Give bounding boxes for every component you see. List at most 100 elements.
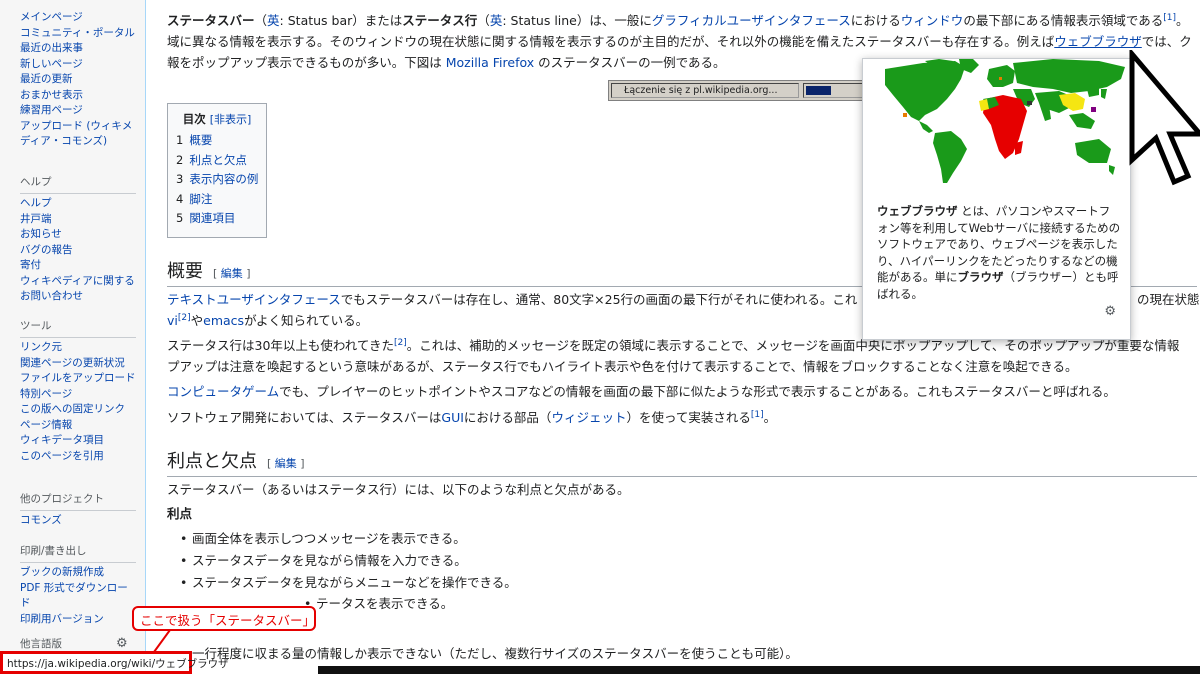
sidebar-item-what-links-here[interactable]: リンク元 xyxy=(20,340,136,356)
sidebar-item-main-page[interactable]: メインページ xyxy=(20,10,136,26)
sidebar-projects-group: 他のプロジェクト コモンズ xyxy=(20,491,136,529)
reference-link[interactable]: [1] xyxy=(751,410,764,420)
list-item: 画面全体を表示しつつメッセージを表示できる。 xyxy=(180,528,466,549)
text: ）を使って実装される xyxy=(626,410,751,425)
sidebar-item-current-events[interactable]: 最近の出来事 xyxy=(20,41,136,57)
text: ] xyxy=(296,457,305,470)
text: の最下部にある情報表示領域である xyxy=(963,13,1164,28)
edit-section-link: [ 編集 ] xyxy=(267,457,305,470)
sidebar-item-contact[interactable]: ウィキペディアに関するお問い合わせ xyxy=(20,274,136,305)
list-item: ステータスデータを見ながら情報を入力できる。 xyxy=(180,550,467,571)
edit-link[interactable]: 編集 xyxy=(275,457,297,470)
sidebar-item-sandbox[interactable]: 練習用ページ xyxy=(20,103,136,119)
toc-link[interactable]: 概要 xyxy=(189,133,212,147)
sidebar-item-cite-page[interactable]: このページを引用 xyxy=(20,449,136,465)
reference-link[interactable]: [2] xyxy=(178,313,191,323)
text: がよく知られている。 xyxy=(244,313,369,328)
sidebar-item-wikidata-item[interactable]: ウィキデータ項目 xyxy=(20,433,136,449)
sidebar-item-commons[interactable]: コモンズ xyxy=(20,513,136,529)
gear-icon[interactable]: ⚙ xyxy=(1104,304,1116,319)
sidebar-item-bug-report[interactable]: バグの報告 xyxy=(20,243,136,259)
sidebar-item-announcements[interactable]: お知らせ xyxy=(20,227,136,243)
toc-number: 1 xyxy=(176,133,184,147)
text: 報をポップアップ表示できるものが多い。下図は xyxy=(167,55,446,70)
text: [ xyxy=(213,267,221,280)
sidebar-item-page-info[interactable]: ページ情報 xyxy=(20,418,136,434)
link-gui[interactable]: グラフィカルユーザインタフェース xyxy=(652,13,851,28)
link-english[interactable]: 英 xyxy=(267,13,280,28)
link-widget[interactable]: ウィジェット xyxy=(551,410,626,425)
popup-extract[interactable]: ウェブブラウザ とは、パソコンやスマートフォン等を利用してWebサーバに接続する… xyxy=(877,203,1121,302)
toc-link[interactable]: 脚注 xyxy=(189,192,212,206)
sidebar-item-upload-commons[interactable]: アップロード (ウィキメディア・コモンズ) xyxy=(20,119,136,150)
statusbar-example-image[interactable]: Łączenie się z pl.wikipedia.org... xyxy=(608,80,868,101)
link-gui-short[interactable]: GUI xyxy=(441,410,464,425)
text: でもステータスバーは存在し、通常、80文字×25行の画面の最下行がそれに使われる… xyxy=(340,292,858,307)
page-preview-popup[interactable]: ウェブブラウザ とは、パソコンやスマートフォン等を利用してWebサーバに接続する… xyxy=(862,58,1131,340)
text: 。これは、補助的メッセージを既定の領域に表示することで、メッセージを画面中央にポ… xyxy=(406,338,1180,353)
gear-icon[interactable]: ⚙ xyxy=(116,636,130,651)
sidebar-item-upload-file[interactable]: ファイルをアップロード xyxy=(20,371,136,387)
text: 。 xyxy=(763,410,777,425)
text: プアップは注意を喚起するという意味があるが、ステータス行でもハイライト表示や色を… xyxy=(167,359,1078,374)
sidebar-item-permanent-link[interactable]: この版への固定リンク xyxy=(20,402,136,418)
text: : Status line）は、一般に xyxy=(502,13,652,28)
toc-hide-toggle[interactable]: [非表示] xyxy=(210,113,252,126)
text: ステータス行は30年以上も使われてきた xyxy=(167,338,395,353)
sidebar-heading-tools: ツール xyxy=(20,318,136,338)
sidebar-item-special-pages[interactable]: 特別ページ xyxy=(20,387,136,403)
toc-link[interactable]: 利点と欠点 xyxy=(189,153,247,167)
text: [ xyxy=(267,457,275,470)
link-vi[interactable]: vi xyxy=(167,313,178,328)
sidebar-item-related-changes[interactable]: 関連ページの更新状況 xyxy=(20,356,136,372)
toc-item-4[interactable]: 4 脚注 xyxy=(176,190,258,210)
sidebar-item-village-pump[interactable]: 井戸端 xyxy=(20,212,136,228)
bottom-shadow-bar xyxy=(318,666,1200,674)
text: ] xyxy=(242,267,251,280)
text: 。 xyxy=(1175,13,1189,28)
text: 域に異なる情報を表示する。そのウィンドウの現在状態に関する情報を表示するのが主目… xyxy=(167,34,1055,49)
edit-link[interactable]: 編集 xyxy=(221,267,243,280)
world-map-svg xyxy=(863,59,1130,189)
sidebar-nav-group: メインページ コミュニティ・ポータル 最近の出来事 新しいページ 最近の更新 お… xyxy=(20,10,136,150)
toc-link[interactable]: 表示内容の例 xyxy=(189,172,258,186)
reference-link[interactable]: [1] xyxy=(1163,13,1176,23)
link-computer-game[interactable]: コンピュータゲーム xyxy=(167,384,279,399)
heading-text: 概要 xyxy=(167,261,203,282)
sidebar-item-random-page[interactable]: おまかせ表示 xyxy=(20,88,136,104)
reference-link[interactable]: [2] xyxy=(394,338,407,348)
text: における部品（ xyxy=(463,410,552,425)
sidebar-heading-projects: 他のプロジェクト xyxy=(20,491,136,511)
browser-status-bar: https://ja.wikipedia.org/wiki/ウェブブラウザ xyxy=(0,651,229,674)
sidebar-item-new-pages[interactable]: 新しいページ xyxy=(20,57,136,73)
popup-term: ウェブブラウザ xyxy=(877,204,958,218)
sidebar-item-download-pdf[interactable]: PDF 形式でダウンロード xyxy=(20,581,136,612)
term-status-line: ステータス行 xyxy=(402,13,478,28)
sidebar-heading-print: 印刷/書き出し xyxy=(20,543,136,563)
toc-item-3[interactable]: 3 表示内容の例 xyxy=(176,170,258,190)
popup-term-2: ブラウザ xyxy=(957,270,1004,284)
text: の現在状態を xyxy=(1137,292,1200,307)
link-web-browser[interactable]: ウェブブラウザ xyxy=(1054,34,1142,49)
link-mozilla-firefox[interactable]: Mozilla Firefox xyxy=(446,55,534,70)
sidebar-item-donate[interactable]: 寄付 xyxy=(20,258,136,274)
link-emacs[interactable]: emacs xyxy=(203,313,244,328)
annotation-callout: ここで扱う「ステータスバー」 xyxy=(132,606,316,631)
statusbar-example-progress xyxy=(803,83,865,98)
toc-item-1[interactable]: 1 概要 xyxy=(176,131,258,151)
overview-p2-line2: プアップは注意を喚起するという意味があるが、ステータス行でもハイライト表示や色を… xyxy=(167,356,1200,377)
toc-item-2[interactable]: 2 利点と欠点 xyxy=(176,151,258,171)
text: : Status bar）または xyxy=(279,13,403,28)
sidebar-item-community-portal[interactable]: コミュニティ・ポータル xyxy=(20,26,136,42)
sidebar-item-recent-changes[interactable]: 最近の更新 xyxy=(20,72,136,88)
link-english-2[interactable]: 英 xyxy=(490,13,503,28)
toc-number: 2 xyxy=(176,152,184,167)
toc-item-5[interactable]: 5 関連項目 xyxy=(176,209,258,229)
sidebar-item-printable-version[interactable]: 印刷用バージョン xyxy=(20,612,136,628)
toc-link[interactable]: 関連項目 xyxy=(189,211,235,225)
sidebar-item-help[interactable]: ヘルプ xyxy=(20,196,136,212)
sidebar-item-create-book[interactable]: ブックの新規作成 xyxy=(20,565,136,581)
link-text-ui[interactable]: テキストユーザインタフェース xyxy=(167,292,341,307)
link-window[interactable]: ウィンドウ xyxy=(901,13,964,28)
sidebar-print-group: 印刷/書き出し ブックの新規作成 PDF 形式でダウンロード 印刷用バージョン xyxy=(20,543,136,627)
